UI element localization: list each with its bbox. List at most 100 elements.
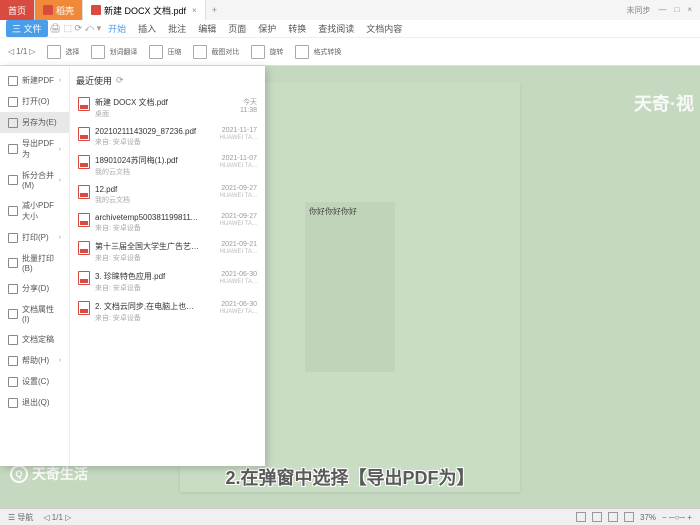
sidebar-item-11[interactable]: 帮助(H)› (0, 350, 69, 371)
sidebar-icon (8, 335, 18, 345)
sidebar-item-9[interactable]: 文档属性(I) (0, 299, 69, 329)
zoom-out-icon[interactable]: − ─○─ + (662, 513, 692, 522)
menu-convert[interactable]: 转换 (283, 20, 311, 37)
sidebar-icon (8, 144, 18, 154)
sidebar-item-8[interactable]: 分享(D) (0, 278, 69, 299)
sync-status[interactable]: 未同步 (626, 5, 650, 16)
minimize-button[interactable]: — (658, 5, 666, 16)
sidebar-icon (8, 284, 18, 294)
pdf-file-icon (78, 271, 90, 285)
sidebar-item-6[interactable]: 打印(P)› (0, 227, 69, 248)
pdf-file-icon (78, 97, 90, 111)
chevron-right-icon: › (59, 146, 61, 153)
translate-icon (91, 45, 105, 59)
file-menu-panel: 新建PDF›打开(O)另存为(E)导出PDF为›拆分合并(M)›减小PDF大小打… (0, 66, 265, 466)
pdf-icon (91, 5, 101, 15)
recent-file-item[interactable]: 2. 文档云同步,在电脑上也能回忆和查看.pdf来自: 安卓设备2021-06-… (76, 297, 259, 327)
tab-daoke[interactable]: 稻壳 (35, 0, 83, 20)
sidebar-item-1[interactable]: 打开(O) (0, 91, 69, 112)
menu-start[interactable]: 开始 (103, 20, 131, 37)
window-controls: 未同步 — □ × (626, 5, 700, 16)
rotate-icon (251, 45, 265, 59)
tab-home[interactable]: 首页 (0, 0, 35, 20)
file-menu[interactable]: 三 文件 (6, 20, 48, 37)
tab-document[interactable]: 新建 DOCX 文档.pdf× (83, 0, 206, 20)
sidebar-item-0[interactable]: 新建PDF› (0, 70, 69, 91)
tool-select[interactable]: 选择 (47, 45, 79, 59)
next-page-icon[interactable]: ▷ (29, 47, 35, 56)
sidebar-icon (8, 233, 18, 243)
sidebar-item-10[interactable]: 文档定稿 (0, 329, 69, 350)
document-text: 你好你好你好 (305, 202, 395, 372)
pdf-file-icon (78, 185, 90, 199)
menu-find[interactable]: 查找阅读 (313, 20, 359, 37)
sidebar-icon (8, 175, 18, 185)
recent-file-item[interactable]: 第十三届全国大学生广告艺术...奖名单公示 (2).pdf来自: 安卓设备202… (76, 237, 259, 267)
sidebar-item-5[interactable]: 减小PDF大小 (0, 195, 69, 227)
menu-comment[interactable]: 批注 (163, 20, 191, 37)
sidebar-item-2[interactable]: 另存为(E) (0, 112, 69, 133)
view-mode-1-icon[interactable] (576, 512, 586, 522)
refresh-icon[interactable]: ⟳ (116, 75, 124, 86)
tool-rotate[interactable]: 旋转 (251, 45, 283, 59)
file-menu-sidebar: 新建PDF›打开(O)另存为(E)导出PDF为›拆分合并(M)›减小PDF大小打… (0, 66, 70, 466)
main-area: 新建PDF›打开(O)另存为(E)导出PDF为›拆分合并(M)›减小PDF大小打… (0, 66, 700, 508)
recent-file-item[interactable]: 20210211143029_87236.pdf来自: 安卓设备2021-11-… (76, 123, 259, 151)
pdf-file-icon (78, 213, 90, 227)
menu-edit[interactable]: 编辑 (193, 20, 221, 37)
format-icon (295, 45, 309, 59)
capture-icon (193, 45, 207, 59)
sidebar-icon (8, 206, 18, 216)
sidebar-icon (8, 377, 18, 387)
menu-insert[interactable]: 插入 (133, 20, 161, 37)
daoke-icon (43, 5, 53, 15)
recent-file-item[interactable]: archivetemp500381199811152629_65.pdf来自: … (76, 209, 259, 237)
status-page[interactable]: ◁ 1/1 ▷ (43, 513, 71, 522)
close-button[interactable]: × (687, 5, 692, 16)
sidebar-icon (8, 76, 18, 86)
tool-format[interactable]: 格式转换 (295, 45, 341, 59)
view-mode-2-icon[interactable] (592, 512, 602, 522)
titlebar: 首页 稻壳 新建 DOCX 文档.pdf× + 未同步 — □ × (0, 0, 700, 20)
pdf-file-icon (78, 155, 90, 169)
close-icon[interactable]: × (192, 6, 197, 15)
recent-file-item[interactable]: 新建 DOCX 文档.pdf桌面今天11:38 (76, 93, 259, 123)
page-navigation[interactable]: ◁ 1/1 ▷ (8, 47, 35, 56)
tab-add-button[interactable]: + (206, 5, 223, 15)
recent-file-item[interactable]: 18901024苏同梅(1).pdf我的云文档2021-11-07HUAWEI … (76, 151, 259, 181)
menu-protect[interactable]: 保护 (253, 20, 281, 37)
recent-file-item[interactable]: 12.pdf我的云文档2021-09-27HUAWEI TA... (76, 181, 259, 209)
sidebar-item-3[interactable]: 导出PDF为› (0, 133, 69, 165)
sidebar-item-7[interactable]: 批量打印(B) (0, 248, 69, 278)
prev-page-icon[interactable]: ◁ (8, 47, 14, 56)
menubar: 三 文件 🖨 ⬚ ⟳ ⤺ ▾ 开始 插入 批注 编辑 页面 保护 转换 查找阅读… (0, 20, 700, 38)
toolbar: ◁ 1/1 ▷ 选择 划词翻译 压缩 截图对比 旋转 格式转换 (0, 38, 700, 66)
zoom-level[interactable]: 37% (640, 513, 656, 522)
tool-capture[interactable]: 截图对比 (193, 45, 239, 59)
recent-files-header: 最近使用⟳ (76, 72, 259, 93)
chevron-right-icon: › (59, 77, 61, 84)
chevron-right-icon: › (59, 177, 61, 184)
recent-files-list: 最近使用⟳ 新建 DOCX 文档.pdf桌面今天11:3820210211143… (70, 66, 265, 466)
pdf-file-icon (78, 301, 90, 315)
recent-file-item[interactable]: 3. 珍睐特色应用.pdf来自: 安卓设备2021-06-30HUAWEI TA… (76, 267, 259, 297)
cursor-icon (47, 45, 61, 59)
view-mode-4-icon[interactable] (624, 512, 634, 522)
tool-compress[interactable]: 压缩 (149, 45, 181, 59)
maximize-button[interactable]: □ (674, 5, 679, 16)
instruction-caption: 2.在弹窗中选择【导出PDF为】 (0, 464, 700, 490)
tool-translate[interactable]: 划词翻译 (91, 45, 137, 59)
view-mode-3-icon[interactable] (608, 512, 618, 522)
menu-text[interactable]: 文档内容 (361, 20, 407, 37)
pdf-file-icon (78, 127, 90, 141)
toolbar-icons[interactable]: 🖨 ⬚ ⟳ ⤺ ▾ (50, 23, 102, 34)
sidebar-item-4[interactable]: 拆分合并(M)› (0, 165, 69, 195)
sidebar-item-12[interactable]: 设置(C) (0, 371, 69, 392)
menu-page[interactable]: 页面 (223, 20, 251, 37)
status-nav[interactable]: ☰ 导航 (8, 512, 33, 523)
sidebar-icon (8, 118, 18, 128)
sidebar-item-13[interactable]: 退出(Q) (0, 392, 69, 413)
chevron-right-icon: › (59, 357, 61, 364)
sidebar-icon (8, 258, 18, 268)
pdf-file-icon (78, 241, 90, 255)
